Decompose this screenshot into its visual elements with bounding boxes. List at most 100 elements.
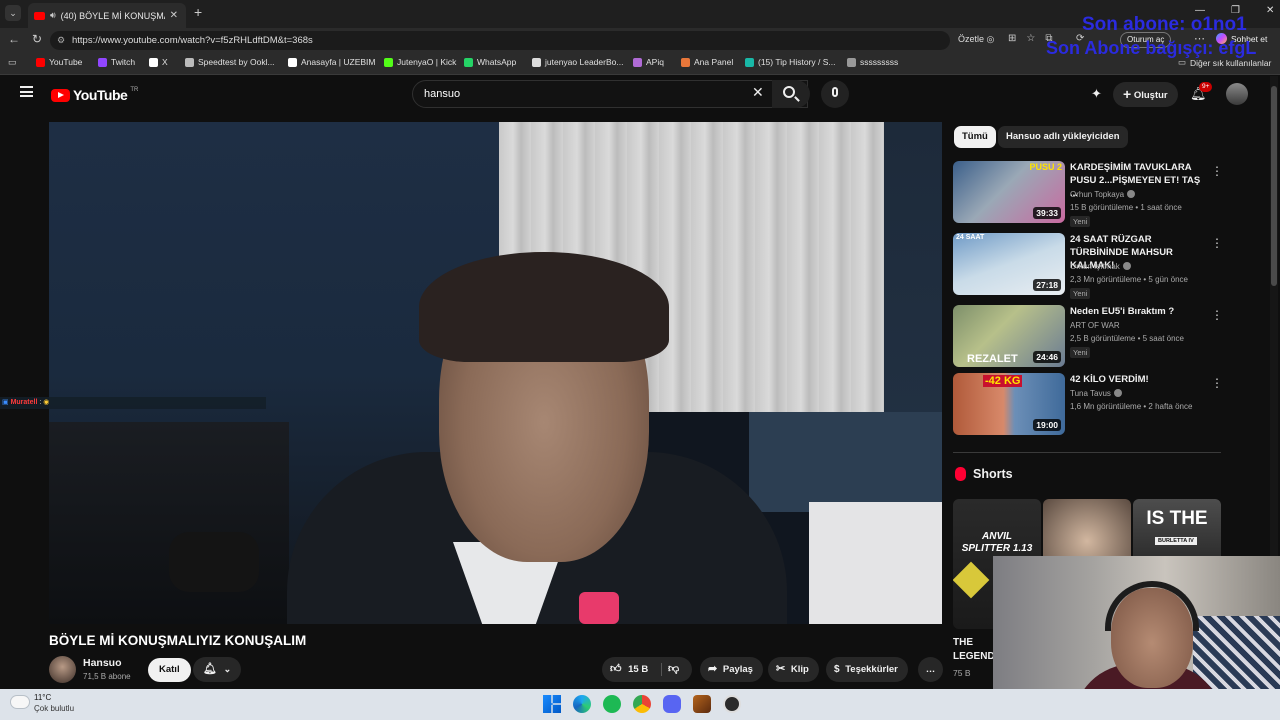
- edge-browser-icon[interactable]: [573, 695, 591, 713]
- view-count: 1,6 Mn görüntüleme: [1070, 402, 1142, 411]
- more-options-icon[interactable]: ⋮: [1211, 376, 1223, 390]
- youtube-logo[interactable]: YouTube TR: [51, 87, 138, 103]
- short-card[interactable]: IS THE BURLETTA IV: [1133, 499, 1221, 559]
- like-button[interactable]: 👍︎ 15 B: [610, 657, 648, 682]
- site-info-icon[interactable]: ⚙: [57, 31, 65, 50]
- start-icon[interactable]: [543, 695, 561, 713]
- recommendation-item[interactable]: 24 SAAT 27:18 24 SAAT RÜZGAR TÜRBİNİNDE …: [953, 233, 1223, 299]
- join-button[interactable]: Katıl: [148, 658, 191, 682]
- menu-icon[interactable]: [20, 86, 33, 97]
- upload-age: 2 hafta önce: [1148, 402, 1193, 411]
- create-button[interactable]: + Oluştur: [1113, 82, 1178, 107]
- upload-age: 5 saat önce: [1142, 334, 1184, 343]
- video-duration: 19:00: [1033, 419, 1061, 431]
- sidebar-toggle-icon[interactable]: ▭: [8, 57, 17, 68]
- bookmark-item[interactable]: YouTube: [36, 57, 82, 67]
- youtube-tab-icon: [34, 11, 45, 20]
- video-thumbnail[interactable]: -42 KG 19:00: [953, 373, 1065, 435]
- short-card[interactable]: [1043, 499, 1131, 559]
- video-thumbnail[interactable]: 24 SAAT 27:18: [953, 233, 1065, 295]
- chip-all[interactable]: Tümü: [954, 126, 996, 148]
- game-app-icon[interactable]: [693, 695, 711, 713]
- recommendation-channel[interactable]: Orhun Topkaya: [1070, 190, 1136, 199]
- tab-title: (40) BÖYLE Mİ KONUŞMALIYIZ: [60, 10, 165, 21]
- recommendation-channel[interactable]: Tuna Tavus: [1070, 389, 1122, 398]
- chrome-icon[interactable]: [633, 695, 651, 713]
- recommendation-channel[interactable]: ART OF WAR: [1070, 321, 1120, 330]
- more-options-icon[interactable]: ⋮: [1211, 164, 1223, 178]
- video-thumbnail[interactable]: PUSU 2 39:33: [953, 161, 1065, 223]
- more-options-icon[interactable]: ⋮: [1211, 236, 1223, 250]
- browser-tab-active[interactable]: 🔊︎ (40) BÖYLE Mİ KONUŞMALIYIZ ✕: [28, 3, 186, 28]
- subscribed-notifications-button[interactable]: 🔔︎ ⌄: [193, 657, 241, 682]
- account-avatar[interactable]: [1226, 83, 1248, 105]
- back-icon[interactable]: ←: [8, 32, 20, 46]
- recommendation-channel[interactable]: Orkun Işıtmak: [1070, 262, 1131, 271]
- bookmark-label: JutenyaO | Kick: [397, 57, 457, 67]
- bookmark-favicon-icon: [681, 57, 690, 67]
- search-input[interactable]: hansuo: [412, 80, 808, 108]
- recommendation-item[interactable]: REZALET 24:46 Neden EU5'i Bıraktım ? ART…: [953, 305, 1223, 367]
- bookmark-item[interactable]: X: [149, 57, 168, 67]
- scrollbar-thumb[interactable]: [1271, 86, 1277, 286]
- thumbnail-text: 24 SAAT: [956, 234, 985, 241]
- close-tab-icon[interactable]: ✕: [170, 10, 178, 21]
- clip-button[interactable]: ✂ Klip: [768, 657, 819, 682]
- reload-icon[interactable]: ↻: [32, 32, 42, 46]
- recommendation-title[interactable]: 42 KİLO VERDİM!: [1070, 373, 1205, 386]
- bookmark-label: YouTube: [49, 57, 83, 67]
- obs-icon[interactable]: [723, 695, 741, 713]
- discord-icon[interactable]: [663, 695, 681, 713]
- video-thumbnail[interactable]: REZALET 24:46: [953, 305, 1065, 367]
- bookmark-item[interactable]: jutenyao LeaderBo...: [532, 57, 623, 67]
- voice-search-button[interactable]: [821, 80, 849, 108]
- more-actions-button[interactable]: …: [918, 657, 943, 682]
- bookmark-item[interactable]: Speedtest by Ookl...: [185, 57, 275, 67]
- recommendation-item[interactable]: PUSU 2 39:33 KARDEŞİMİM TAVUKLARA PUSU 2…: [953, 161, 1223, 227]
- weather-temperature[interactable]: 11°C: [34, 693, 51, 702]
- recommendation-title[interactable]: Neden EU5'i Bıraktım ?: [1070, 305, 1205, 318]
- weather-icon[interactable]: [11, 696, 29, 708]
- short-views: 75 B: [953, 668, 971, 678]
- search-button[interactable]: [772, 80, 810, 108]
- dislike-button[interactable]: 👎︎: [668, 657, 679, 682]
- recommendation-stats: 2,5 B görüntüleme • 5 saat önce: [1070, 334, 1184, 343]
- spotify-icon[interactable]: [603, 695, 621, 713]
- bookmark-item[interactable]: Ana Panel: [681, 57, 733, 67]
- new-tab-button[interactable]: +: [194, 5, 202, 19]
- summarize-button[interactable]: Özetle ◎: [958, 34, 994, 45]
- bookmark-item[interactable]: Anasayfa | UZEBIM: [288, 57, 375, 67]
- short-title[interactable]: THE LEGEND: [953, 636, 995, 664]
- recommendation-item[interactable]: -42 KG 19:00 42 KİLO VERDİM! Tuna Tavus …: [953, 373, 1223, 435]
- audio-playing-icon[interactable]: 🔊︎: [50, 10, 56, 21]
- share-button[interactable]: ➦ Paylaş: [700, 657, 763, 682]
- bookmark-item[interactable]: APiq: [633, 57, 664, 67]
- bookmark-label: jutenyao LeaderBo...: [545, 57, 624, 67]
- bookmark-item[interactable]: sssssssss: [847, 57, 898, 67]
- shorts-icon: [955, 467, 966, 481]
- thanks-label: Teşekkürler: [845, 664, 898, 675]
- notifications-button[interactable]: 🔔︎ 9+: [1190, 82, 1213, 103]
- bookmark-item[interactable]: Twitch: [98, 57, 135, 67]
- bookmark-item[interactable]: JutenyaO | Kick: [384, 57, 456, 67]
- channel-name[interactable]: Hansuo: [83, 657, 122, 669]
- bookmark-favicon-icon: [288, 57, 297, 67]
- bookmark-favicon-icon: [745, 57, 754, 67]
- bookmark-item[interactable]: (15) Tip History / S...: [745, 57, 835, 67]
- chip-uploader[interactable]: Hansuo adlı yükleyiciden: [998, 126, 1128, 148]
- more-options-icon[interactable]: ⋮: [1211, 308, 1223, 322]
- tab-list-button[interactable]: ⌄: [5, 5, 21, 21]
- short-thumbnail-text: IS THE: [1146, 508, 1208, 529]
- video-player[interactable]: [49, 122, 942, 624]
- premium-icon[interactable]: ✦: [1091, 86, 1102, 102]
- channel-avatar[interactable]: [49, 656, 76, 683]
- stream-chat-message: ▣ Muratell : ◉: [0, 397, 266, 409]
- clear-search-icon[interactable]: ✕: [752, 84, 764, 101]
- bookmark-favicon-icon: [847, 57, 856, 67]
- thanks-button[interactable]: $ Teşekkürler: [826, 657, 908, 682]
- bookmark-item[interactable]: WhatsApp: [464, 57, 516, 67]
- close-window-icon[interactable]: ✕: [1266, 5, 1274, 16]
- new-badge: Yeni: [1070, 347, 1091, 358]
- url-field[interactable]: ⚙ https://www.youtube.com/watch?v=f5zRHL…: [50, 31, 950, 50]
- create-label: Oluştur: [1133, 90, 1168, 101]
